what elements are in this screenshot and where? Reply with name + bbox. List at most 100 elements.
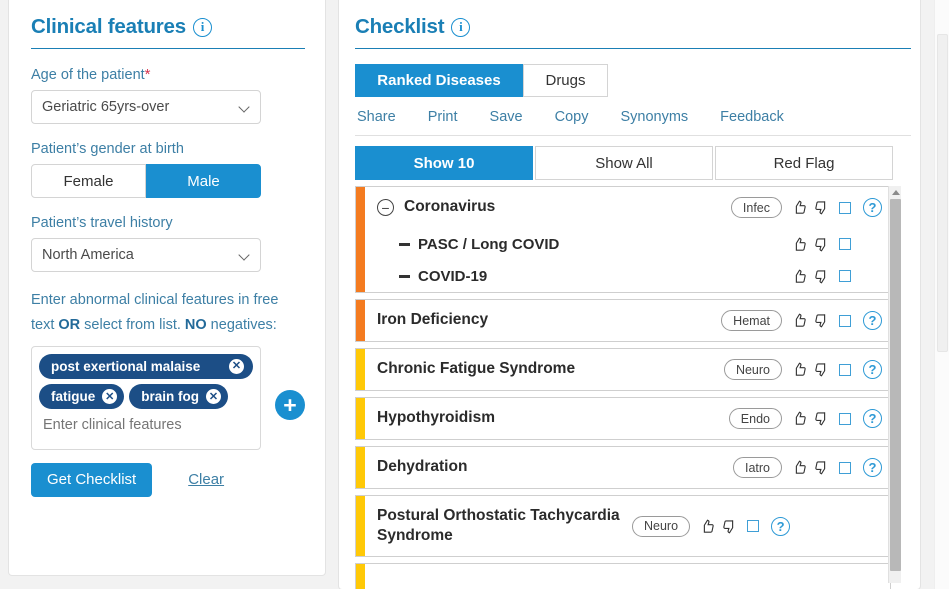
table-row[interactable]: Postural Orthostatic Tachycardia Syndrom…: [355, 495, 891, 558]
thumbs-up-icon[interactable]: [792, 362, 807, 377]
help-icon[interactable]: ?: [863, 409, 882, 428]
disease-name: Hypothyroidism: [377, 409, 495, 427]
severity-bar: [356, 398, 365, 439]
clear-link[interactable]: Clear: [188, 471, 224, 488]
chip-post-exertional-malaise[interactable]: post exertional malaise ✕: [39, 353, 253, 380]
select-checkbox[interactable]: [839, 201, 851, 214]
thumbs-up-icon[interactable]: [792, 411, 807, 426]
info-icon[interactable]: i: [192, 17, 212, 37]
page-scrollbar[interactable]: [934, 0, 949, 589]
checklist-title: Checklist i: [355, 1, 920, 39]
thumbs-up-icon[interactable]: [792, 313, 807, 328]
chip-brain-fog[interactable]: brain fog ✕: [129, 384, 229, 410]
clinical-features-input-area: post exertional malaise ✕ fatigue ✕ brai…: [31, 345, 305, 450]
filter-show-10[interactable]: Show 10: [355, 146, 533, 180]
row-icons: ?: [792, 198, 882, 217]
feedback-link[interactable]: Feedback: [720, 109, 784, 125]
thumbs-down-icon[interactable]: [814, 269, 829, 284]
select-checkbox[interactable]: [839, 363, 851, 376]
table-row[interactable]: Iron Deficiency Hemat ?: [355, 299, 891, 342]
required-asterisk: *: [144, 66, 151, 83]
help-icon[interactable]: ?: [863, 198, 882, 217]
thumbs-down-icon[interactable]: [722, 519, 737, 534]
features-instruction: Enter abnormal clinical features in free…: [31, 288, 293, 338]
select-checkbox[interactable]: [839, 314, 851, 327]
instruction-or: OR: [58, 316, 81, 333]
tab-drugs[interactable]: Drugs: [523, 64, 608, 97]
checklist-panel: Checklist i Ranked Diseases Drugs Share …: [338, 0, 921, 589]
thumbs-up-icon[interactable]: [792, 460, 807, 475]
select-checkbox[interactable]: [839, 270, 851, 282]
list-scrollbar-thumb[interactable]: [890, 199, 901, 571]
filter-show-all[interactable]: Show All: [535, 146, 713, 180]
select-checkbox[interactable]: [839, 461, 851, 474]
tab-ranked-diseases[interactable]: Ranked Diseases: [355, 64, 523, 97]
disease-list: − Coronavirus Infec ? PASC / Long COVID: [355, 186, 911, 589]
list-scrollbar[interactable]: [888, 186, 901, 583]
table-row[interactable]: − Coronavirus Infec ? PASC / Long COVID: [355, 186, 891, 293]
filter-red-flag[interactable]: Red Flag: [715, 146, 893, 180]
row-icons: ?: [792, 458, 882, 477]
help-icon[interactable]: ?: [863, 458, 882, 477]
chip-remove-icon[interactable]: ✕: [102, 389, 118, 405]
thumbs-down-icon[interactable]: [814, 411, 829, 426]
age-select-wrap: Geriatric 65yrs-over: [31, 90, 261, 124]
row-main: Chronic Fatigue Syndrome Neuro ?: [365, 349, 890, 390]
age-select[interactable]: Geriatric 65yrs-over: [31, 90, 261, 124]
scroll-up-arrow-icon[interactable]: [892, 190, 900, 195]
thumbs-up-icon[interactable]: [700, 519, 715, 534]
get-checklist-button[interactable]: Get Checklist: [31, 462, 153, 497]
chip-label: post exertional malaise: [51, 358, 201, 374]
checklist-divider: [355, 48, 911, 49]
share-link[interactable]: Share: [357, 109, 396, 125]
thumbs-up-icon[interactable]: [792, 200, 807, 215]
thumbs-up-icon[interactable]: [792, 269, 807, 284]
save-link[interactable]: Save: [490, 109, 523, 125]
thumbs-down-icon[interactable]: [814, 237, 829, 252]
thumbs-down-icon[interactable]: [814, 313, 829, 328]
page-scrollbar-thumb[interactable]: [937, 34, 948, 352]
select-checkbox[interactable]: [839, 412, 851, 425]
chip-remove-icon[interactable]: ✕: [206, 389, 222, 405]
thumbs-down-icon[interactable]: [814, 362, 829, 377]
clinical-features-input[interactable]: [39, 409, 253, 438]
help-icon[interactable]: ?: [863, 360, 882, 379]
help-icon[interactable]: ?: [863, 311, 882, 330]
chip-fatigue[interactable]: fatigue ✕: [39, 384, 125, 410]
select-checkbox[interactable]: [839, 238, 851, 250]
help-icon[interactable]: ?: [771, 516, 791, 536]
gender-female-button[interactable]: Female: [31, 164, 146, 198]
result-filter-group: Show 10 Show All Red Flag: [355, 146, 920, 180]
table-row[interactable]: Dehydration Iatro ?: [355, 446, 891, 489]
row-icons: ?: [700, 516, 791, 536]
panel-title-text: Clinical features: [31, 15, 186, 38]
thumbs-down-icon[interactable]: [814, 200, 829, 215]
chips-container[interactable]: post exertional malaise ✕ fatigue ✕ brai…: [31, 345, 261, 450]
add-feature-button[interactable]: +: [275, 389, 305, 420]
travel-select[interactable]: North America: [31, 238, 261, 272]
synonyms-link[interactable]: Synonyms: [620, 109, 688, 125]
disease-name: Coronavirus: [404, 198, 496, 216]
chip-remove-icon[interactable]: ✕: [229, 359, 244, 374]
title-divider: [31, 48, 305, 49]
collapse-toggle-icon[interactable]: −: [377, 199, 394, 216]
select-checkbox[interactable]: [747, 520, 760, 533]
chip-label: fatigue: [51, 389, 96, 405]
gender-male-button[interactable]: Male: [146, 164, 261, 198]
table-row[interactable]: [355, 563, 891, 589]
row-main: − Coronavirus Infec ?: [365, 187, 890, 228]
copy-link[interactable]: Copy: [555, 109, 589, 125]
print-link[interactable]: Print: [428, 109, 458, 125]
info-icon[interactable]: i: [451, 17, 471, 37]
list-item[interactable]: PASC / Long COVID: [365, 228, 890, 260]
table-row[interactable]: Chronic Fatigue Syndrome Neuro ?: [355, 348, 891, 391]
table-row[interactable]: Hypothyroidism Endo ?: [355, 397, 891, 440]
thumbs-down-icon[interactable]: [814, 460, 829, 475]
row-body: − Coronavirus Infec ? PASC / Long COVID: [365, 187, 890, 292]
row-body: [365, 564, 890, 589]
thumbs-up-icon[interactable]: [792, 237, 807, 252]
list-item[interactable]: COVID-19: [365, 260, 890, 292]
checklist-tabs: Ranked Diseases Drugs: [355, 64, 920, 97]
chip-label: brain fog: [141, 389, 200, 405]
row-body: Chronic Fatigue Syndrome Neuro ?: [365, 349, 890, 390]
